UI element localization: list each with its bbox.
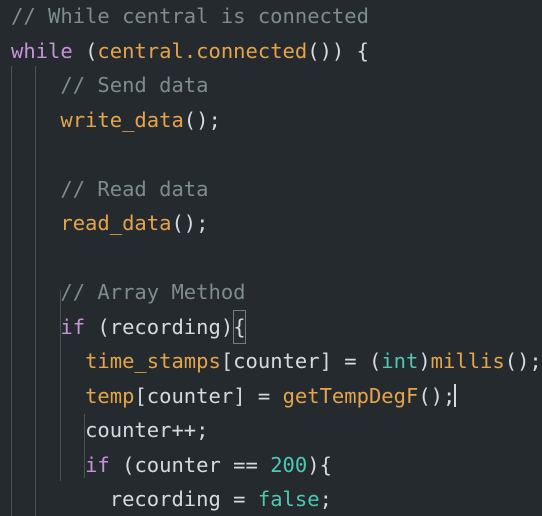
code-token: if — [85, 452, 110, 477]
code-line[interactable]: // While central is connected — [0, 0, 369, 34]
code-line[interactable]: recording = false; — [0, 482, 332, 516]
code-token: (); — [418, 383, 456, 408]
code-token: counter — [233, 349, 320, 373]
code-token: recording — [109, 314, 221, 339]
code-token: 200 — [270, 452, 308, 477]
code-token: read_data — [60, 211, 172, 235]
code-token: central — [97, 38, 184, 63]
code-token: connected — [196, 38, 308, 63]
code-token: // Send data — [60, 73, 209, 97]
code-line[interactable]: if (counter == 200){ — [0, 448, 332, 483]
code-token: temp — [85, 383, 135, 408]
code-line[interactable]: // Read data — [0, 172, 208, 207]
code-token: getTempDegF — [282, 383, 419, 408]
code-token: ] = — [233, 383, 283, 408]
code-token: ] = ( — [319, 349, 382, 373]
code-token: ( — [109, 452, 135, 477]
code-token: == — [220, 452, 271, 477]
code-line[interactable]: write_data(); — [0, 103, 221, 138]
text-caret — [454, 383, 457, 407]
code-token: ( — [85, 314, 110, 339]
code-line[interactable]: read_data(); — [0, 206, 209, 241]
code-line[interactable] — [0, 137, 11, 172]
code-token: write_data — [60, 107, 184, 132]
code-token: int — [381, 349, 419, 373]
code-token: = — [220, 487, 258, 511]
code-token: [ — [220, 349, 234, 373]
code-line[interactable]: time_stamps[counter] = (int)millis(); — [0, 344, 542, 379]
code-token: // Read data — [60, 176, 209, 201]
code-editor[interactable]: // While central is connected while (cent… — [0, 0, 542, 516]
code-line[interactable]: temp[counter] = getTempDegF(); — [0, 379, 457, 414]
code-lines-container: // While central is connected while (cent… — [0, 0, 542, 516]
code-token: counter — [146, 383, 234, 408]
code-token: time_stamps — [85, 349, 221, 373]
code-token: counter — [134, 452, 221, 477]
code-line[interactable]: // Array Method — [0, 275, 246, 310]
bracket-match-highlight: { — [233, 310, 245, 345]
code-token: while — [11, 38, 73, 63]
code-token: false — [257, 487, 320, 511]
code-token: ( — [85, 38, 98, 63]
code-line[interactable]: // Send data — [0, 68, 208, 103]
code-token: counter++; — [85, 418, 209, 442]
code-token: ) — [220, 314, 234, 339]
code-line[interactable]: if (recording){ — [0, 310, 245, 345]
code-token: ()) { — [307, 38, 369, 63]
code-line[interactable] — [0, 241, 11, 276]
code-token: // Array Method — [60, 280, 246, 304]
code-token: (); — [171, 211, 209, 235]
code-token: recording — [109, 487, 221, 511]
code-token: [ — [134, 383, 147, 408]
code-token: // While central is connected — [11, 4, 369, 28]
code-token: ; — [319, 487, 332, 511]
code-token: ) — [418, 349, 431, 373]
code-token: (); — [504, 349, 542, 373]
code-token: (); — [183, 107, 221, 132]
code-token: ){ — [307, 452, 332, 477]
code-token: . — [183, 38, 197, 63]
code-token: if — [60, 314, 86, 339]
code-line[interactable]: while (central.connected()) { — [0, 34, 369, 69]
code-token: millis — [430, 349, 505, 373]
code-line[interactable]: counter++; — [0, 413, 208, 448]
